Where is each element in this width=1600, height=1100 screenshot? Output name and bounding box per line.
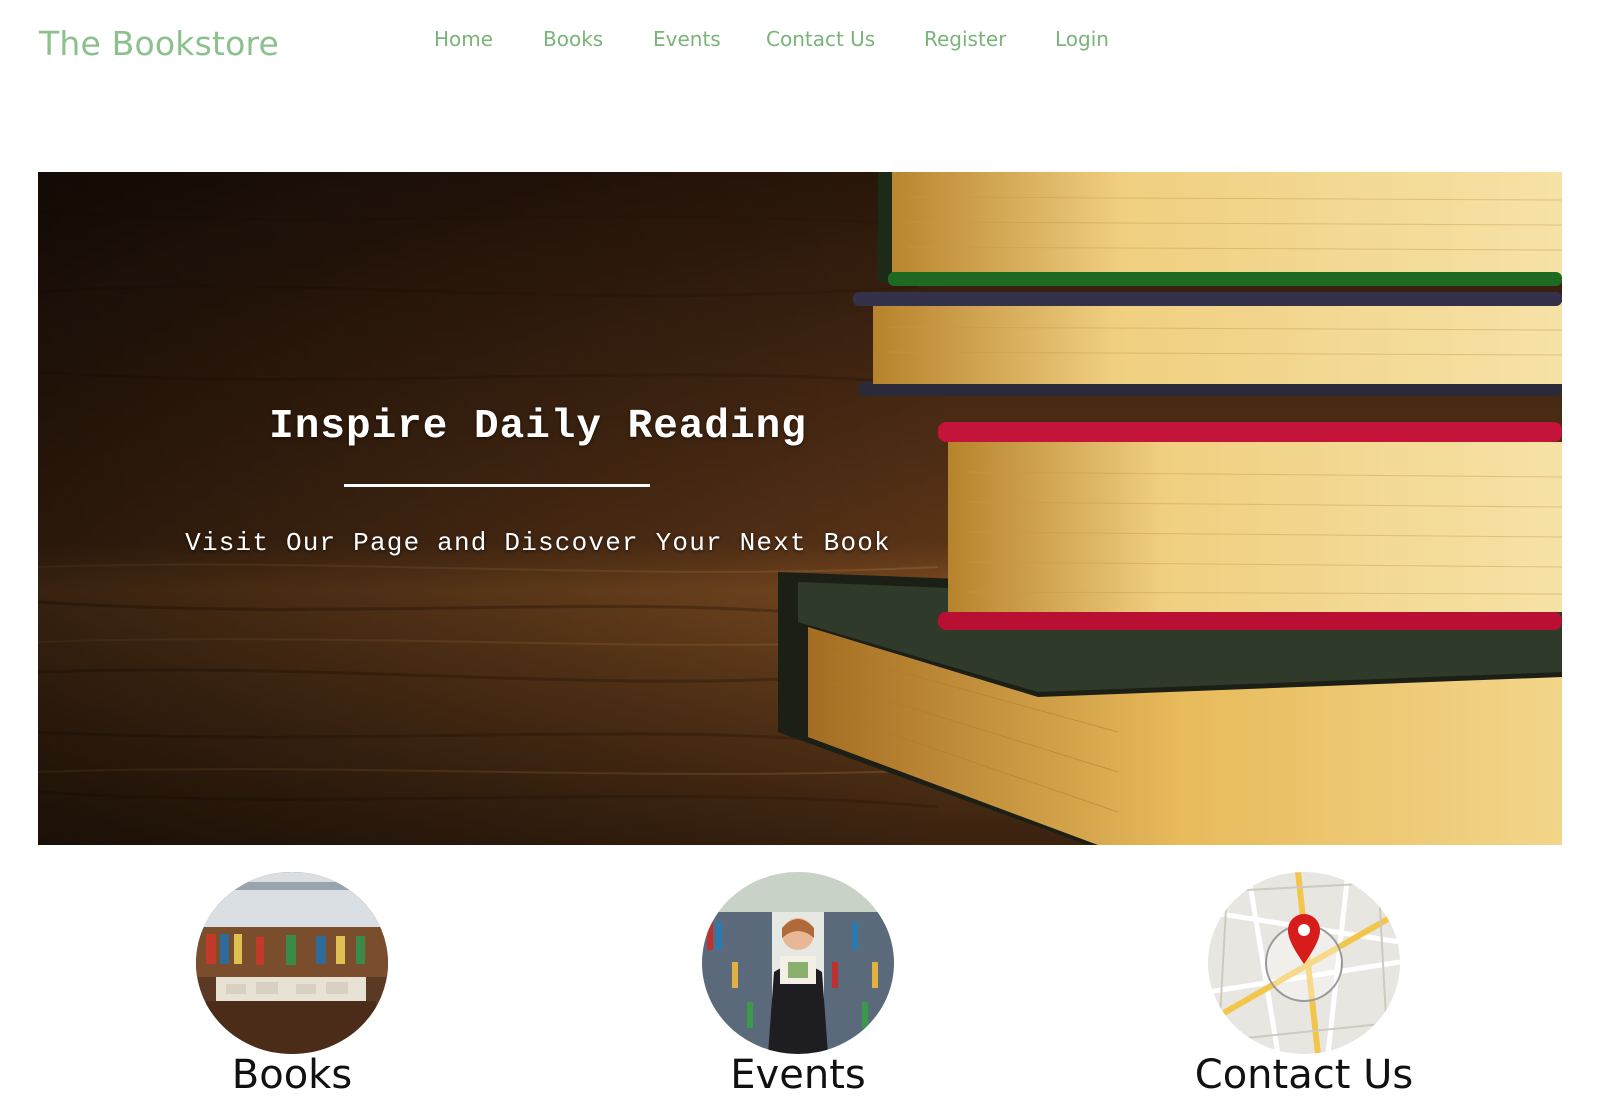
- feature-books-label[interactable]: Books: [102, 1052, 482, 1098]
- feature-contact-us-label[interactable]: Contact Us: [1114, 1052, 1494, 1098]
- nav-register[interactable]: Register: [924, 22, 1006, 56]
- nav-books[interactable]: Books: [543, 22, 603, 56]
- nav-home[interactable]: Home: [434, 22, 493, 56]
- hero-title: Inspire Daily Reading: [269, 404, 807, 450]
- nav-events[interactable]: Events: [653, 22, 721, 56]
- main-nav: Home Books Events Contact Us Register Lo…: [0, 22, 1600, 56]
- bookstore-interior-image: [196, 872, 388, 1054]
- feature-events[interactable]: Events: [648, 872, 948, 1100]
- books-store-photo[interactable]: [196, 872, 388, 1054]
- map-pin-icon: [1208, 872, 1400, 1054]
- nav-contact-us[interactable]: Contact Us: [766, 22, 875, 56]
- events-photo[interactable]: [702, 872, 894, 1054]
- feature-books[interactable]: Books: [142, 872, 442, 1100]
- feature-contact-us[interactable]: Contact Us: [1154, 872, 1454, 1100]
- nav-login[interactable]: Login: [1055, 22, 1109, 56]
- hero-banner: Inspire Daily Reading Visit Our Page and…: [38, 172, 1562, 845]
- library-event-image: [702, 872, 894, 1054]
- contact-map-image[interactable]: [1208, 872, 1400, 1054]
- hero-background-image: [38, 172, 1562, 845]
- hero-divider: [344, 484, 650, 487]
- hero-subtitle: Visit Our Page and Discover Your Next Bo…: [185, 528, 891, 558]
- feature-events-label[interactable]: Events: [608, 1052, 988, 1098]
